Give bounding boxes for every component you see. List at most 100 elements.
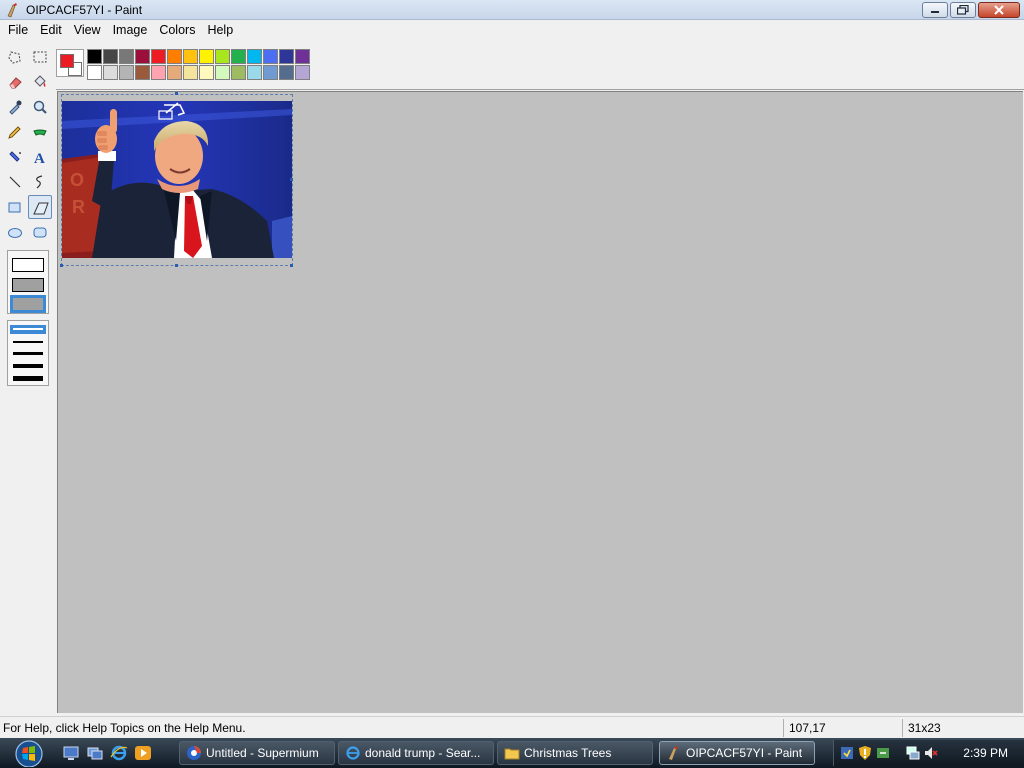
current-colors[interactable] [56,49,84,77]
color-swatch[interactable] [135,65,150,80]
color-swatch[interactable] [103,65,118,80]
bottom-left-handle[interactable] [60,264,63,267]
paint-icon [7,3,17,18]
taskbar-button-supermium[interactable]: Untitled - Supermium [179,741,335,765]
corner-resize-handle[interactable] [290,264,293,267]
foreground-color[interactable] [60,54,74,68]
color-swatch[interactable] [247,49,262,64]
quick-launch [62,744,152,762]
color-swatch[interactable] [231,65,246,80]
magnifier-icon[interactable] [29,96,51,118]
brush-icon[interactable] [29,121,51,143]
taskbar-button-christmas-trees[interactable]: Christmas Trees [497,741,653,765]
volume-muted-icon[interactable] [924,745,938,761]
color-swatch[interactable] [183,65,198,80]
color-swatch[interactable] [151,49,166,64]
color-swatch[interactable] [263,49,278,64]
line-width-4-option[interactable] [13,364,43,368]
taskbar-button-paint[interactable]: OIPCACF57YI - Paint [659,741,815,765]
color-swatch[interactable] [199,49,214,64]
line-icon[interactable] [4,171,26,193]
show-desktop-icon[interactable] [62,744,80,762]
menu-edit[interactable]: Edit [34,20,68,40]
system-tray: 2:39 PM [833,740,1024,766]
color-swatch[interactable] [279,49,294,64]
ellipse-icon[interactable] [4,221,26,243]
start-button-icon[interactable] [8,739,50,767]
network-status-icon[interactable] [876,745,890,761]
rect-select-icon[interactable] [29,46,51,68]
line-width-1-option[interactable] [10,325,46,334]
minimize-button[interactable] [922,2,948,18]
color-swatch[interactable] [119,49,134,64]
color-swatch[interactable] [87,49,102,64]
color-swatch[interactable] [87,65,102,80]
color-swatch[interactable] [231,49,246,64]
bottom-resize-handle[interactable] [175,264,178,267]
shield-warning-icon[interactable] [858,745,872,761]
color-swatch[interactable] [279,65,294,80]
status-bar: For Help, click Help Topics on the Help … [0,716,1024,738]
color-swatch[interactable] [119,65,134,80]
right-resize-handle[interactable] [290,178,293,181]
color-swatch[interactable] [135,49,150,64]
line-width-5-option[interactable] [13,376,43,381]
title-bar[interactable]: OIPCACF57YI - Paint [0,0,1024,20]
fill-only-option[interactable] [10,295,46,313]
fill-bucket-icon[interactable] [29,71,51,93]
monitor-network-icon[interactable] [906,745,920,761]
rounded-rect-icon[interactable] [29,221,51,243]
line-width-2-option[interactable] [13,341,43,343]
color-swatch[interactable] [215,65,230,80]
color-swatch[interactable] [167,49,182,64]
eraser-icon[interactable] [4,71,26,93]
color-swatch[interactable] [295,49,310,64]
taskbar-label: donald trump - Sear... [365,746,481,760]
eyedropper-icon[interactable] [4,96,26,118]
windows-update-icon[interactable] [840,745,854,761]
line-width-options [7,320,49,386]
fill-style-options [7,250,49,314]
menu-colors[interactable]: Colors [153,20,201,40]
clock[interactable]: 2:39 PM [963,746,1008,760]
color-swatches [87,49,310,80]
paint-icon [669,746,678,760]
media-player-icon[interactable] [134,744,152,762]
polygon-icon[interactable] [28,195,52,219]
color-swatch[interactable] [199,65,214,80]
menu-help[interactable]: Help [201,20,239,40]
color-swatch[interactable] [247,65,262,80]
menu-view[interactable]: View [68,20,107,40]
taskbar-button-search[interactable]: donald trump - Sear... [338,741,494,765]
color-swatch[interactable] [215,49,230,64]
color-swatch[interactable] [263,65,278,80]
menu-image[interactable]: Image [107,20,154,40]
rectangle-icon[interactable] [4,196,26,218]
status-selection-size: 31x23 [908,721,941,735]
curve-icon[interactable] [29,171,51,193]
folder-icon [504,748,520,760]
color-swatch[interactable] [167,65,182,80]
outline-only-option[interactable] [12,258,44,272]
color-swatch[interactable] [103,49,118,64]
restore-button[interactable] [950,2,976,18]
color-palette-area [0,40,1024,90]
close-button[interactable] [978,2,1020,18]
line-width-3-option[interactable] [13,352,43,355]
top-resize-handle[interactable] [175,92,178,95]
internet-explorer-icon[interactable] [110,744,128,762]
menu-bar: File Edit View Image Colors Help [0,20,1024,40]
outline-fill-option[interactable] [12,278,44,292]
color-swatch[interactable] [151,65,166,80]
menu-file[interactable]: File [2,20,34,40]
text-icon[interactable]: A [29,146,51,168]
free-select-icon[interactable] [4,46,26,68]
canvas-area[interactable]: O R [57,91,1023,713]
color-swatch[interactable] [183,49,198,64]
image-canvas[interactable]: O R [62,101,292,258]
pencil-icon[interactable] [4,121,26,143]
window-title: OIPCACF57YI - Paint [26,3,143,17]
switch-windows-icon[interactable] [86,744,104,762]
color-swatch[interactable] [295,65,310,80]
airbrush-icon[interactable] [4,146,26,168]
